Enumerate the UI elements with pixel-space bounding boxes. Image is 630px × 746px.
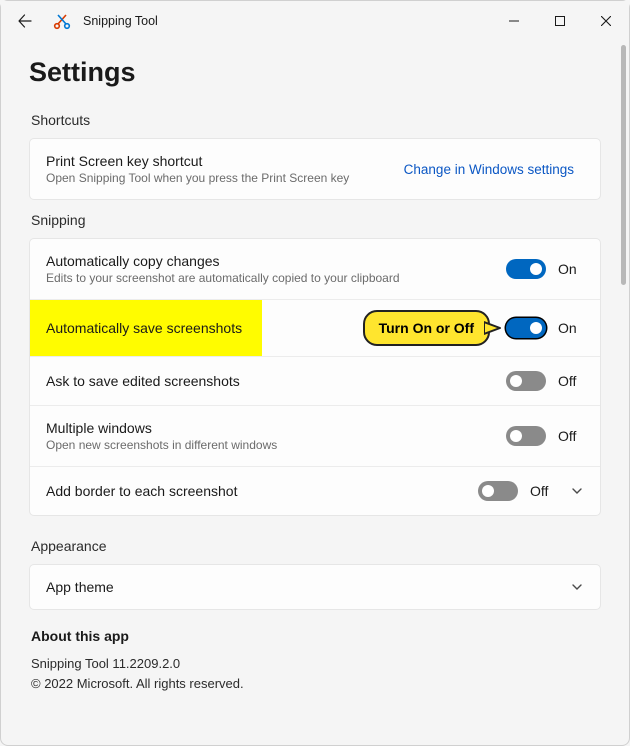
ask-save-row: Ask to save edited screenshots Off <box>30 356 600 405</box>
about-copyright: © 2022 Microsoft. All rights reserved. <box>31 674 601 694</box>
add-border-expand[interactable] <box>570 484 584 498</box>
callout-tail-icon <box>484 318 502 338</box>
app-theme-title: App theme <box>46 579 556 595</box>
snipping-card: Automatically copy changes Edits to your… <box>29 238 601 516</box>
print-screen-title: Print Screen key shortcut <box>46 153 394 169</box>
add-border-row[interactable]: Add border to each screenshot Off <box>30 466 600 515</box>
section-appearance-label: Appearance <box>31 538 601 554</box>
callout-bubble: Turn On or Off <box>363 310 490 346</box>
back-button[interactable] <box>11 7 39 35</box>
multi-win-toggle[interactable] <box>506 426 546 446</box>
add-border-toggle-wrap: Off <box>478 481 556 501</box>
close-icon <box>601 16 611 26</box>
chevron-down-icon <box>571 485 583 497</box>
auto-copy-row: Automatically copy changes Edits to your… <box>30 239 600 299</box>
auto-save-toggle-wrap: On <box>506 318 584 338</box>
auto-save-state: On <box>558 320 584 336</box>
ask-save-state: Off <box>558 373 584 389</box>
section-snipping-label: Snipping <box>31 212 601 228</box>
auto-copy-state: On <box>558 261 584 277</box>
app-theme-expand[interactable] <box>570 580 584 594</box>
page-title: Settings <box>29 57 601 88</box>
titlebar: Snipping Tool <box>1 1 629 41</box>
appearance-card: App theme <box>29 564 601 610</box>
ask-save-toggle-wrap: Off <box>506 371 584 391</box>
multi-win-text: Multiple windows Open new screenshots in… <box>46 420 506 452</box>
callout-annotation: Turn On or Off <box>363 310 490 346</box>
window-controls <box>491 5 629 37</box>
close-button[interactable] <box>583 5 629 37</box>
print-screen-sub: Open Snipping Tool when you press the Pr… <box>46 171 394 185</box>
settings-content: Settings Shortcuts Print Screen key shor… <box>1 41 629 745</box>
add-border-text: Add border to each screenshot <box>46 483 478 499</box>
ask-save-text: Ask to save edited screenshots <box>46 373 506 389</box>
minimize-button[interactable] <box>491 5 537 37</box>
multi-win-sub: Open new screenshots in different window… <box>46 438 506 452</box>
chevron-down-icon <box>571 581 583 593</box>
add-border-state: Off <box>530 483 556 499</box>
auto-save-row: Automatically save screenshots Turn On o… <box>30 299 600 356</box>
app-theme-row[interactable]: App theme <box>30 565 600 609</box>
auto-copy-text: Automatically copy changes Edits to your… <box>46 253 506 285</box>
change-windows-settings-link[interactable]: Change in Windows settings <box>394 156 584 183</box>
back-arrow-icon <box>17 13 33 29</box>
shortcuts-card: Print Screen key shortcut Open Snipping … <box>29 138 601 200</box>
auto-copy-title: Automatically copy changes <box>46 253 506 269</box>
maximize-icon <box>555 16 565 26</box>
section-shortcuts-label: Shortcuts <box>31 112 601 128</box>
multi-win-row: Multiple windows Open new screenshots in… <box>30 405 600 466</box>
add-border-toggle[interactable] <box>478 481 518 501</box>
auto-copy-toggle-wrap: On <box>506 259 584 279</box>
maximize-button[interactable] <box>537 5 583 37</box>
multi-win-title: Multiple windows <box>46 420 506 436</box>
auto-copy-toggle[interactable] <box>506 259 546 279</box>
ask-save-title: Ask to save edited screenshots <box>46 373 506 389</box>
about-version: Snipping Tool 11.2209.2.0 <box>31 654 601 674</box>
multi-win-state: Off <box>558 428 584 444</box>
ask-save-toggle[interactable] <box>506 371 546 391</box>
minimize-icon <box>509 16 519 26</box>
add-border-title: Add border to each screenshot <box>46 483 478 499</box>
snipping-tool-icon <box>53 12 71 30</box>
multi-win-toggle-wrap: Off <box>506 426 584 446</box>
print-screen-text: Print Screen key shortcut Open Snipping … <box>46 153 394 185</box>
about-label: About this app <box>31 628 601 644</box>
auto-copy-sub: Edits to your screenshot are automatical… <box>46 271 506 285</box>
app-theme-text: App theme <box>46 579 556 595</box>
print-screen-row: Print Screen key shortcut Open Snipping … <box>30 139 600 199</box>
callout-text: Turn On or Off <box>379 320 474 336</box>
auto-save-toggle[interactable] <box>506 318 546 338</box>
app-title: Snipping Tool <box>83 14 158 28</box>
